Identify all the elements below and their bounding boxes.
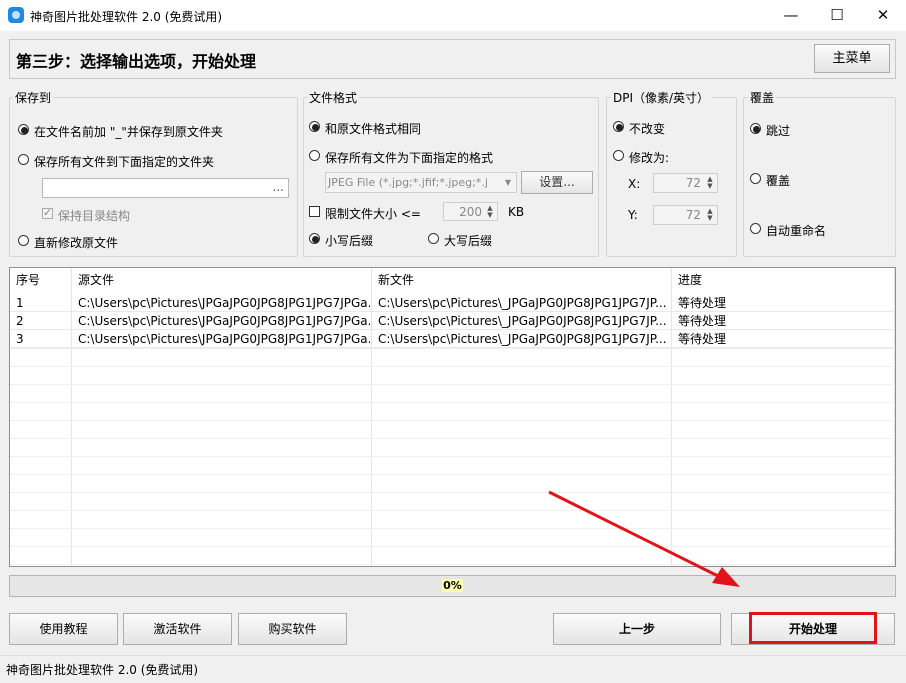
limit-size-checkbox[interactable] xyxy=(309,206,320,217)
column-header-progress[interactable]: 进度 xyxy=(672,268,895,292)
status-text: 神奇图片批处理软件 2.0 (免费试用) xyxy=(6,663,199,677)
buy-button[interactable]: 购买软件 xyxy=(238,613,347,645)
empty-row-line xyxy=(10,384,895,385)
column-header-source[interactable]: 源文件 xyxy=(72,268,372,292)
dpi-y-spinner-icon[interactable]: ▲ ▼ xyxy=(705,208,715,222)
chevron-down-icon: ▼ xyxy=(500,173,516,192)
empty-row-line xyxy=(10,546,895,547)
progress-text: 0% xyxy=(442,579,463,592)
row-new: C:\Users\pc\Pictures\_JPGaJPG0JPG8JPG1JP… xyxy=(378,332,667,346)
format-select[interactable]: JPEG File (*.jpg;*.jfif;*.jpeg;*.j ▼ xyxy=(325,172,517,193)
dpi-modify-radio[interactable] xyxy=(613,150,624,161)
activate-button[interactable]: 激活软件 xyxy=(123,613,232,645)
step-title: 第三步：选择输出选项，开始处理 xyxy=(16,52,257,71)
format-settings-button[interactable]: 设置... xyxy=(521,171,593,194)
folder-path-input[interactable]: ... xyxy=(42,178,289,198)
skip-radio[interactable] xyxy=(750,123,761,134)
same-format-label[interactable]: 和原文件格式相同 xyxy=(325,120,421,137)
save-prefix-radio[interactable] xyxy=(18,124,29,135)
empty-row-line xyxy=(10,510,895,511)
lower-ext-radio[interactable] xyxy=(309,233,320,244)
dpi-unchanged-label[interactable]: 不改变 xyxy=(629,120,665,137)
size-limit-input[interactable]: 200 ▲ ▼ xyxy=(443,202,498,221)
maximize-button[interactable]: ☐ xyxy=(814,0,860,31)
size-unit-label: KB xyxy=(508,205,525,219)
dpi-x-label: X: xyxy=(628,177,641,191)
file-format-label: 文件格式 xyxy=(307,89,360,106)
close-button[interactable]: ✕ xyxy=(860,0,906,31)
auto-rename-radio[interactable] xyxy=(750,223,761,234)
save-folder-radio[interactable] xyxy=(18,154,29,165)
lower-ext-label[interactable]: 小写后缀 xyxy=(325,232,373,249)
overwrite-radio[interactable] xyxy=(750,173,761,184)
auto-rename-label[interactable]: 自动重命名 xyxy=(766,222,826,239)
format-select-value: JPEG File (*.jpg;*.jfif;*.jpeg;*.j xyxy=(328,176,488,189)
save-prefix-label[interactable]: 在文件名前加 "_"并保存到原文件夹 xyxy=(34,123,223,140)
empty-row-line xyxy=(10,564,895,565)
dpi-x-spinner-icon[interactable]: ▲ ▼ xyxy=(705,176,715,190)
row-index: 2 xyxy=(16,314,24,328)
row-progress: 等待处理 xyxy=(678,314,727,328)
main-menu-button[interactable]: 主菜单 xyxy=(814,44,890,73)
row-source: C:\Users\pc\Pictures\JPGaJPG0JPG8JPG1JPG… xyxy=(78,314,370,328)
empty-row-line xyxy=(10,348,895,349)
column-header-new[interactable]: 新文件 xyxy=(372,268,672,292)
empty-row-line xyxy=(10,492,895,493)
tutorial-button[interactable]: 使用教程 xyxy=(9,613,118,645)
limit-size-label[interactable]: 限制文件大小 <= xyxy=(325,205,421,222)
row-source: C:\Users\pc\Pictures\JPGaJPG0JPG8JPG1JPG… xyxy=(78,332,370,346)
dpi-x-input[interactable]: 72 ▲ ▼ xyxy=(653,173,718,193)
dpi-y-value: 72 xyxy=(685,208,701,222)
browse-button[interactable]: ... xyxy=(273,180,284,194)
window-title: 神奇图片批处理软件 2.0 (免费试用) xyxy=(30,10,223,24)
annotation-highlight-box xyxy=(749,612,877,644)
dpi-x-value: 72 xyxy=(685,176,701,190)
empty-row-line xyxy=(10,402,895,403)
row-index: 3 xyxy=(16,332,24,346)
size-limit-value: 200 xyxy=(459,205,482,219)
table-row[interactable]: 3 C:\Users\pc\Pictures\JPGaJPG0JPG8JPG1J… xyxy=(10,330,895,348)
empty-row-line xyxy=(10,456,895,457)
empty-row-line xyxy=(10,438,895,439)
keep-structure-checkbox[interactable] xyxy=(42,206,53,219)
same-format-radio[interactable] xyxy=(309,121,320,132)
column-header-index[interactable]: 序号 xyxy=(10,268,72,292)
size-spinner-icon[interactable]: ▲ ▼ xyxy=(485,205,495,219)
empty-row-line xyxy=(10,528,895,529)
overwrite-option-label[interactable]: 覆盖 xyxy=(766,172,790,189)
row-progress: 等待处理 xyxy=(678,296,727,310)
app-icon xyxy=(8,7,24,23)
row-index: 1 xyxy=(16,296,24,310)
empty-row-line xyxy=(10,474,895,475)
overwrite-label: 覆盖 xyxy=(748,89,777,106)
progress-bar: 0% xyxy=(9,575,896,597)
specified-format-label[interactable]: 保存所有文件为下面指定的格式 xyxy=(325,149,493,166)
skip-label[interactable]: 跳过 xyxy=(766,122,790,139)
overwrite-original-label[interactable]: 直新修改原文件 xyxy=(34,234,118,251)
keep-structure-label: 保持目录结构 xyxy=(58,209,131,223)
specified-format-radio[interactable] xyxy=(309,150,320,161)
upper-ext-radio[interactable] xyxy=(428,233,439,244)
save-to-label: 保存到 xyxy=(13,89,54,106)
save-to-group xyxy=(9,97,298,257)
dpi-y-label: Y: xyxy=(628,208,638,222)
file-table[interactable]: 序号 源文件 新文件 进度 1 C:\Users\pc\Pictures\JPG… xyxy=(9,267,896,567)
empty-row-line xyxy=(10,366,895,367)
upper-ext-label[interactable]: 大写后缀 xyxy=(444,232,492,249)
table-row[interactable]: 1 C:\Users\pc\Pictures\JPGaJPG0JPG8JPG1J… xyxy=(10,294,895,312)
row-source: C:\Users\pc\Pictures\JPGaJPG0JPG8JPG1JPG… xyxy=(78,296,370,310)
save-folder-label[interactable]: 保存所有文件到下面指定的文件夹 xyxy=(34,153,214,170)
table-row[interactable]: 2 C:\Users\pc\Pictures\JPGaJPG0JPG8JPG1J… xyxy=(10,312,895,330)
dpi-y-input[interactable]: 72 ▲ ▼ xyxy=(653,205,718,225)
row-progress: 等待处理 xyxy=(678,332,727,346)
dpi-label: DPI（像素/英寸） xyxy=(611,89,712,106)
minimize-button[interactable]: — xyxy=(768,0,814,31)
dpi-modify-label[interactable]: 修改为: xyxy=(629,149,669,166)
row-new: C:\Users\pc\Pictures\_JPGaJPG0JPG8JPG1JP… xyxy=(378,314,667,328)
overwrite-original-radio[interactable] xyxy=(18,235,29,246)
prev-step-button[interactable]: 上一步 xyxy=(553,613,721,645)
dpi-unchanged-radio[interactable] xyxy=(613,121,624,132)
row-new: C:\Users\pc\Pictures\_JPGaJPG0JPG8JPG1JP… xyxy=(378,296,667,310)
empty-row-line xyxy=(10,420,895,421)
